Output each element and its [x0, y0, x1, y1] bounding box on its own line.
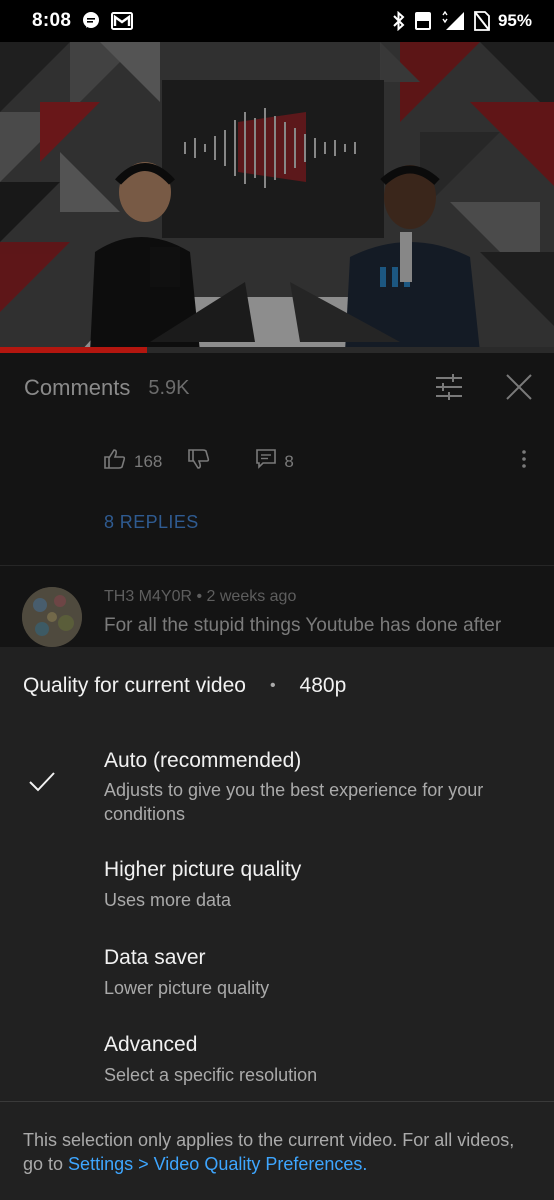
close-icon[interactable] — [505, 373, 533, 406]
current-quality: 480p — [299, 674, 347, 697]
volte-icon — [414, 11, 432, 31]
option-auto[interactable]: Auto (recommended) Adjusts to give you t… — [0, 743, 554, 833]
comment-author-meta: TH3 M4Y0R • 2 weeks ago — [104, 588, 297, 605]
quality-bottom-sheet: Quality for current video • 480p Auto (r… — [0, 647, 554, 1200]
option-description: Uses more data — [104, 890, 232, 910]
separator-dot: • — [269, 677, 276, 694]
video-frame — [0, 42, 554, 352]
reply-button[interactable]: 8 — [256, 449, 294, 474]
comments-title: Comments — [24, 375, 131, 400]
option-title: Auto (recommended) — [104, 749, 302, 772]
comments-panel: Comments 5.9K 168 8 8 REPLIES TH3 M4Y0R … — [0, 353, 554, 647]
option-description: Adjusts to give you the best experience … — [104, 780, 484, 824]
option-title: Higher picture quality — [104, 858, 302, 881]
reply-icon — [256, 449, 277, 474]
comment-text: For all the stupid things Youtube has do… — [104, 615, 502, 636]
sheet-footer: This selection only applies to the curre… — [23, 1128, 533, 1176]
like-button[interactable]: 168 — [104, 449, 162, 474]
reply-count: 8 — [284, 451, 294, 471]
comments-count: 5.9K — [148, 376, 190, 399]
option-title: Data saver — [104, 946, 206, 969]
no-sim-icon — [474, 11, 490, 31]
signal-4g-icon — [440, 11, 466, 31]
status-time: 8:08 — [32, 10, 72, 31]
divider — [0, 565, 554, 566]
option-data-saver[interactable]: Data saver Lower picture quality — [0, 940, 554, 1010]
option-title: Advanced — [104, 1033, 198, 1056]
check-icon — [28, 771, 56, 798]
divider — [0, 1101, 554, 1102]
bluetooth-icon — [392, 11, 406, 31]
option-advanced[interactable]: Advanced Select a specific resolution — [0, 1027, 554, 1097]
sheet-header: Quality for current video • 480p — [23, 674, 346, 698]
avatar[interactable] — [22, 587, 82, 647]
more-vert-icon[interactable] — [520, 449, 528, 474]
chat-bubble-icon — [81, 11, 101, 31]
settings-link[interactable]: Settings > Video Quality Preferences. — [68, 1154, 367, 1174]
view-replies-button[interactable]: 8 REPLIES — [104, 512, 199, 533]
dislike-button[interactable] — [188, 449, 210, 474]
comment-actions: 168 8 — [104, 449, 294, 474]
like-count: 168 — [134, 451, 163, 471]
option-description: Select a specific resolution — [104, 1065, 318, 1085]
thumbs-up-icon — [104, 449, 126, 474]
thumbs-down-icon — [188, 449, 210, 474]
option-higher-quality[interactable]: Higher picture quality Uses more data — [0, 852, 554, 922]
filter-icon[interactable] — [434, 373, 464, 406]
video-player[interactable] — [0, 42, 554, 352]
sheet-title: Quality for current video — [23, 674, 246, 697]
status-bar: 8:08 95% — [0, 0, 554, 42]
option-description: Lower picture quality — [104, 978, 270, 998]
battery-level: 95% — [497, 11, 532, 30]
gmail-icon — [111, 12, 134, 30]
comments-header: Comments 5.9K — [0, 353, 554, 423]
